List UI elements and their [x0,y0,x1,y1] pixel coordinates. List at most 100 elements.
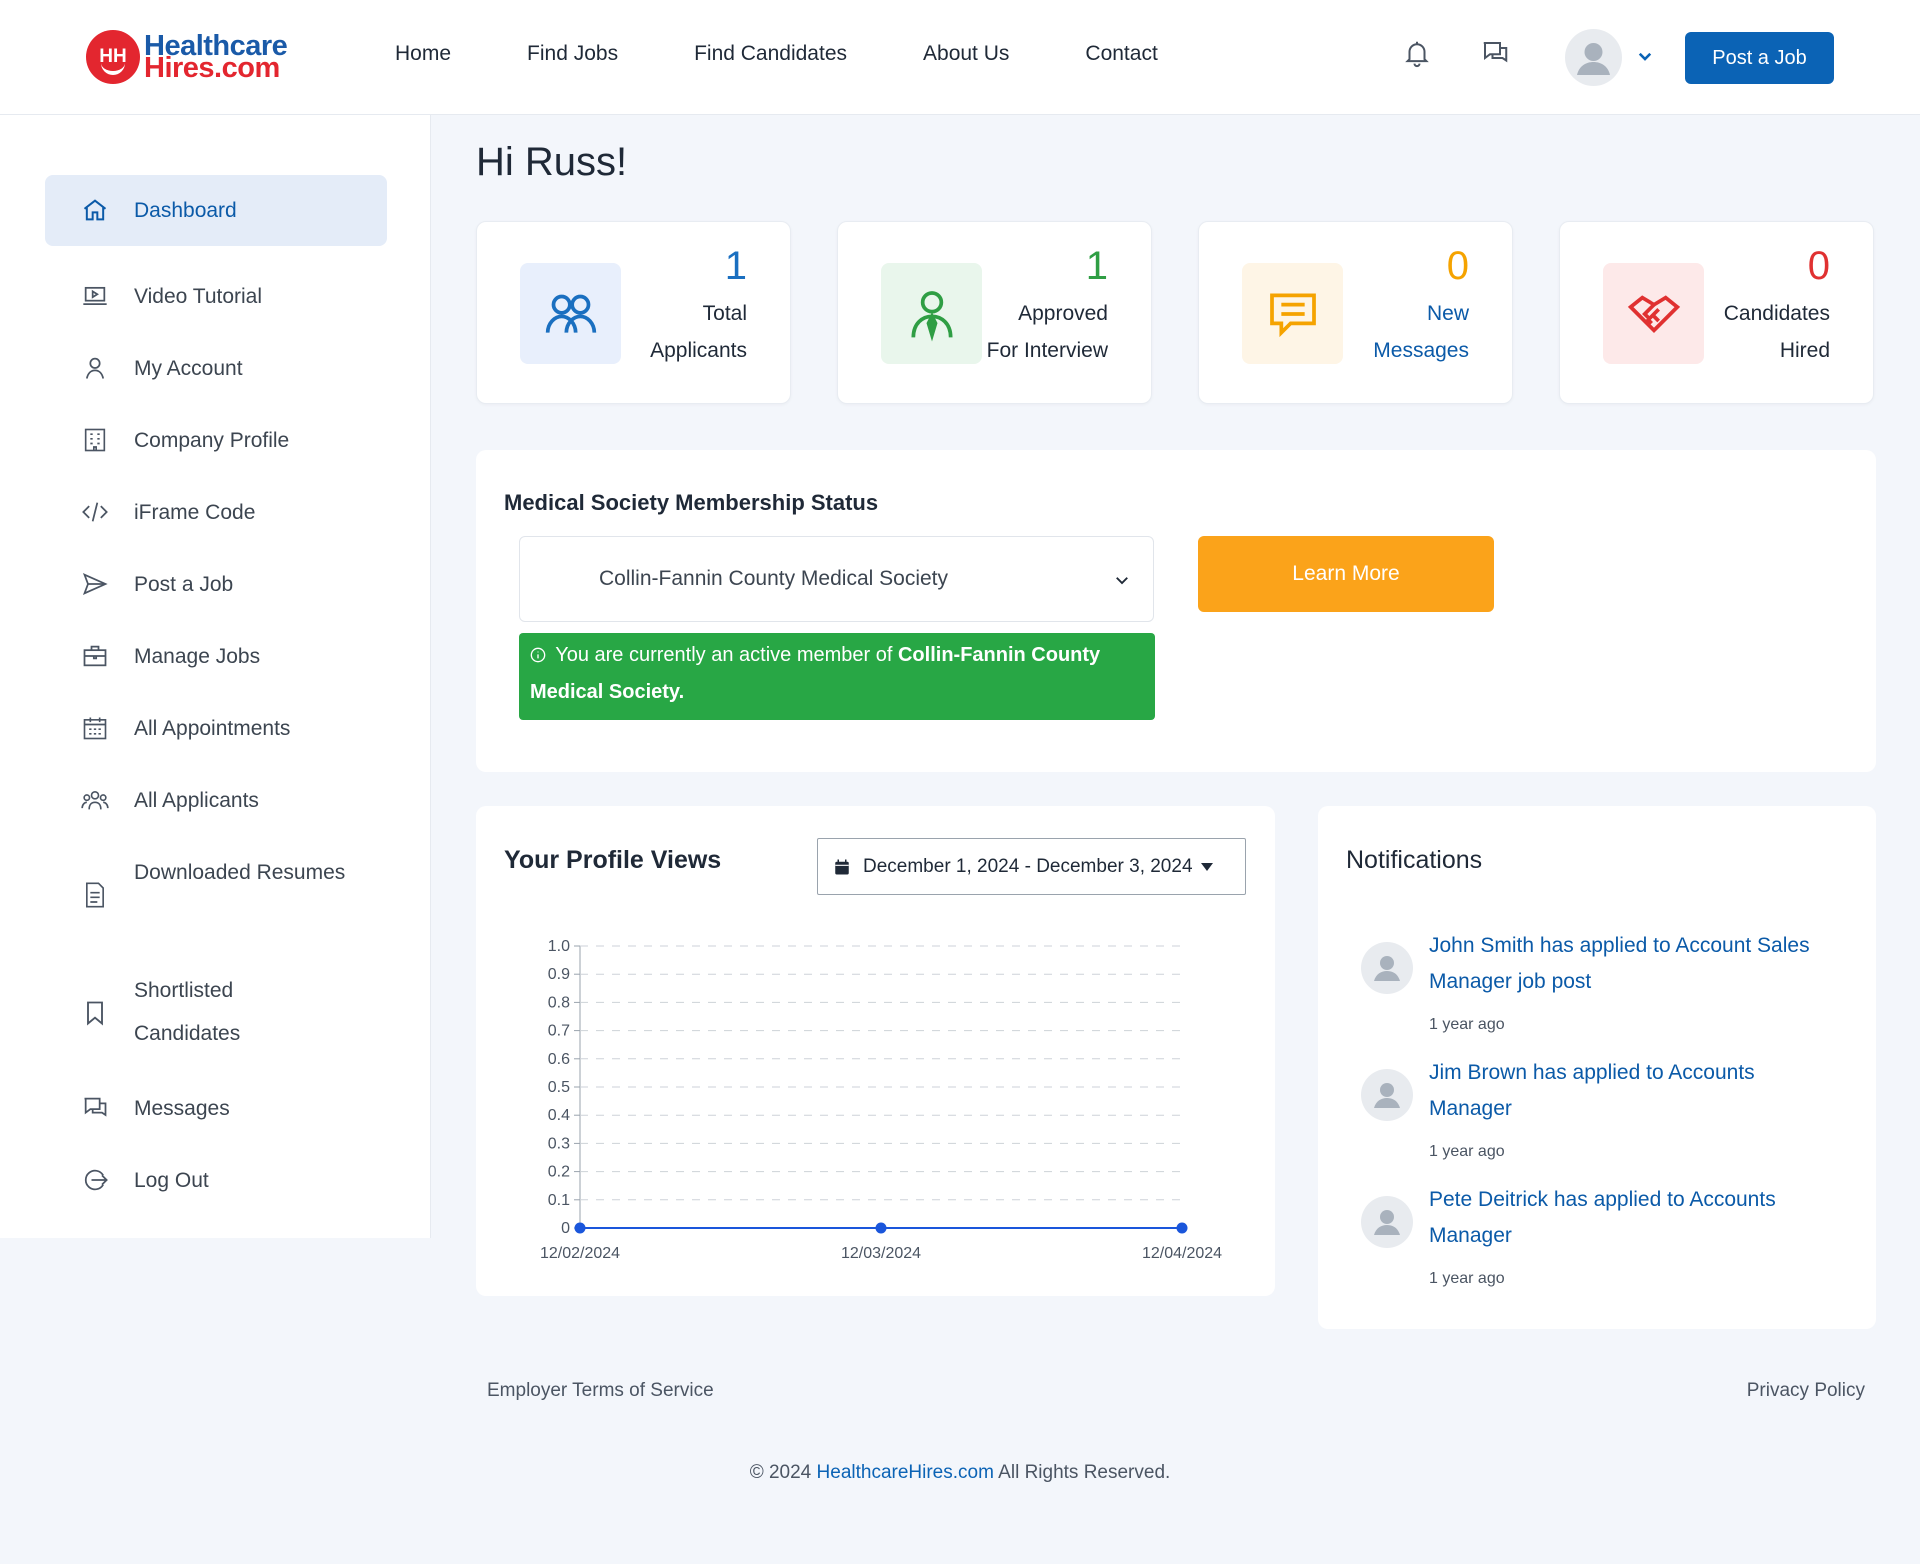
sidebar-item-label: Shortlisted Candidates [134,979,241,1045]
avatar [1361,1196,1413,1248]
y-tick-label: 0.5 [548,1079,570,1096]
user-icon [85,357,105,379]
video-icon [83,286,107,306]
y-tick-label: 1.0 [548,938,570,955]
sidebar-item-post-job[interactable]: Post a Job [45,549,387,620]
society-select-value: Collin-Fannin County Medical Society [599,567,948,590]
sidebar-item-iframe-code[interactable]: iFrame Code [45,477,387,548]
post-job-button[interactable]: Post a Job [1685,32,1834,84]
document-icon [86,882,104,908]
notifications-title: Notifications [1346,846,1483,874]
copyright: © 2024 HealthcareHires.com All Rights Re… [0,1462,1920,1484]
sidebar-item-messages[interactable]: Messages [45,1073,387,1144]
caret-down-icon [1200,862,1213,871]
chat-icon[interactable] [1480,38,1510,68]
chevron-down-icon[interactable] [1636,47,1654,65]
sidebar-item-label: Dashboard [134,199,237,222]
nav-home[interactable]: Home [395,42,451,66]
sidebar-item-label: iFrame Code [134,501,256,524]
group-icon [81,791,109,810]
stat-label[interactable]: Messages [1373,339,1469,363]
stat-card-new-messages[interactable]: 0 New Messages [1198,221,1513,404]
top-header: HH Healthcare Hires.com Home Find Jobs F… [0,0,1920,115]
brand-logo[interactable]: HH Healthcare Hires.com [86,30,288,84]
avatar-icon [1374,1210,1400,1235]
y-tick-label: 0.1 [548,1192,570,1209]
x-tick-label: 12/04/2024 [1142,1245,1222,1262]
alert-text: You are currently an active member of [555,644,893,666]
profile-views-panel: Your Profile Views December 1, 2024 - De… [476,806,1275,1296]
y-tick-label: 0.7 [548,1023,570,1040]
user-avatar[interactable] [1565,29,1622,86]
sidebar-item-label: Company Profile [134,429,290,452]
notification-text[interactable]: John Smith has applied to Account Sales … [1429,928,1849,1000]
sidebar-item-label: Downloaded Resumes [134,861,346,884]
sidebar-item-label: All Applicants [134,789,259,812]
code-icon [82,502,108,522]
logo-line2: Hires.com [144,52,280,84]
stat-label: Approved [1018,302,1108,325]
sidebar-item-company-profile[interactable]: Company Profile [45,405,387,476]
sidebar-item-downloaded-resumes[interactable]: Downloaded Resumes [45,837,387,953]
sidebar-item-shortlisted-candidates[interactable]: Shortlisted Candidates [45,955,387,1071]
stat-card-approved-interview[interactable]: 1 Approved For Interview [837,221,1152,404]
users-icon [545,294,596,333]
sidebar-item-log-out[interactable]: Log Out [45,1145,387,1216]
logout-icon [84,1169,108,1191]
stat-card-candidates-hired[interactable]: 0 Candidates Hired [1559,221,1874,404]
membership-title: Medical Society Membership Status [504,490,879,515]
sidebar-item-label: Log Out [134,1169,209,1192]
page-title: Hi Russ! [476,140,628,184]
calendar-icon [835,859,849,874]
stat-value: 1 [1085,244,1108,288]
copyright-prefix: © 2024 [749,1462,812,1483]
notification-time: 1 year ago [1429,1143,1505,1160]
main-nav: Home Find Jobs Find Candidates About Us … [395,42,1234,66]
sidebar-item-video-tutorial[interactable]: Video Tutorial [45,261,387,332]
building-icon [84,428,106,452]
sidebar-item-label: Video Tutorial [134,285,263,308]
stat-card-total-applicants[interactable]: 1 Total Applicants [476,221,791,404]
send-icon [82,573,108,595]
bell-icon[interactable] [1402,38,1432,68]
notification-text[interactable]: Jim Brown has applied to Accounts Manage… [1429,1055,1809,1127]
sidebar-item-label: Post a Job [134,573,234,596]
briefcase-icon [83,645,107,667]
society-select[interactable]: Collin-Fannin County Medical Society [519,536,1154,622]
notification-text[interactable]: Pete Deitrick has applied to Accounts Ma… [1429,1182,1829,1254]
privacy-link[interactable]: Privacy Policy [1747,1380,1865,1402]
sidebar-item-all-appointments[interactable]: All Appointments [45,693,387,764]
sidebar-item-my-account[interactable]: My Account [45,333,387,404]
sidebar-item-manage-jobs[interactable]: Manage Jobs [45,621,387,692]
profile-views-chart: 0 0.1 0.2 0.3 0.4 0.5 0.6 0.7 0.8 0.9 1.0 12/02/202… [540,938,1222,1262]
interview-icon [910,290,953,341]
nav-find-jobs[interactable]: Find Jobs [527,42,618,66]
y-tick-label: 0.3 [548,1135,570,1152]
membership-alert: You are currently an active member of Co… [519,633,1155,720]
terms-link[interactable]: Employer Terms of Service [487,1380,714,1402]
handshake-icon [1627,294,1680,333]
stat-value: 0 [1446,244,1469,288]
data-point [1176,1222,1188,1234]
sidebar-item-label: Manage Jobs [134,645,261,668]
stat-label: Candidates [1723,302,1830,325]
y-tick-label: 0.6 [548,1051,570,1068]
date-range-picker[interactable]: December 1, 2024 - December 3, 2024 [817,838,1246,895]
copyright-link[interactable]: HealthcareHires.com [817,1462,994,1483]
nav-find-candidates[interactable]: Find Candidates [694,42,847,66]
sidebar-item-label: My Account [134,357,243,380]
sidebar-item-all-applicants[interactable]: All Applicants [45,765,387,836]
avatar [1361,1069,1413,1121]
bookmark-icon [87,1001,103,1026]
stat-label[interactable]: New [1427,302,1469,326]
sidebar-item-dashboard[interactable]: Dashboard [45,175,387,246]
stat-label: Total [702,302,747,325]
sidebar-item-label: All Appointments [134,717,291,740]
y-tick-label: 0 [561,1220,570,1237]
sidebar-item-label: Messages [134,1097,230,1120]
nav-about-us[interactable]: About Us [923,42,1009,66]
learn-more-button[interactable]: Learn More [1198,536,1494,612]
calendar-icon [83,717,107,740]
nav-contact[interactable]: Contact [1085,42,1157,66]
notifications-panel: Notifications John Smith has applied to … [1318,806,1876,1329]
